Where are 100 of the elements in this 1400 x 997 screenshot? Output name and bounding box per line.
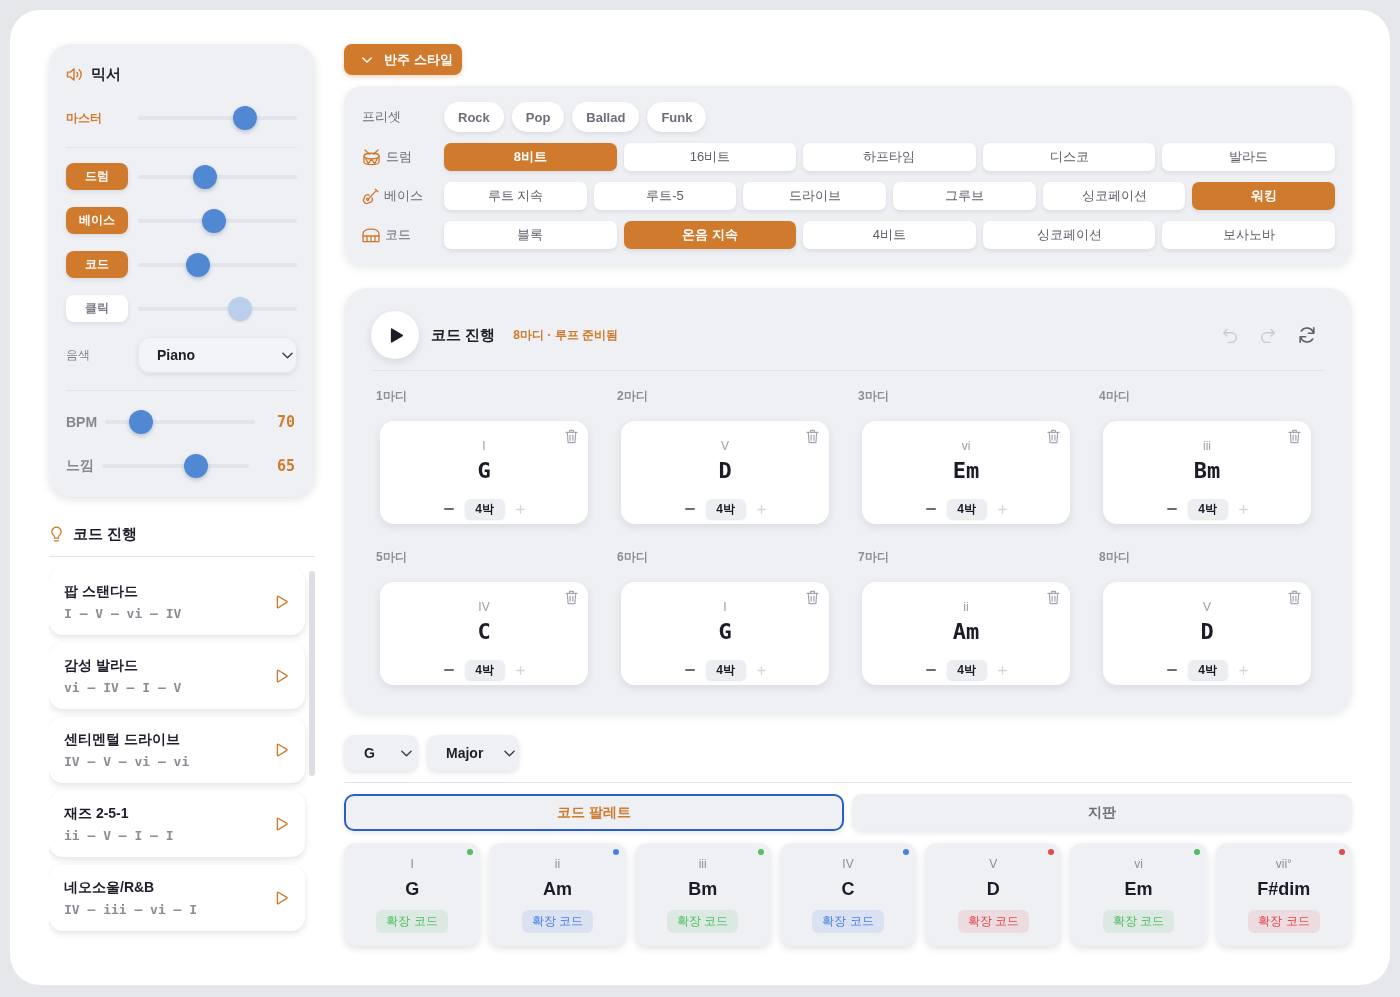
chord-card[interactable]: iii Bm 4박 (1103, 421, 1311, 524)
style-option-button[interactable]: 16비트 (623, 143, 797, 171)
progression-card[interactable]: 네오소울/R&B IV – iii – vi – I (49, 865, 305, 931)
chevron-down-icon (401, 749, 412, 757)
chord-name: G (405, 878, 420, 900)
palette-tab[interactable]: 지판 (852, 794, 1352, 831)
style-option-button[interactable]: 드라이브 (743, 182, 886, 210)
chord-card[interactable]: iii Bm 확장 코드 (634, 843, 771, 946)
speaker-icon (66, 66, 83, 82)
style-option-button[interactable]: 보사노바 (1162, 221, 1335, 249)
chord-card[interactable]: V D 4박 (621, 421, 829, 524)
chord-card[interactable]: I G 4박 (621, 582, 829, 685)
progression-card[interactable]: 재즈 2-5-1 ii – V – I – I (49, 791, 305, 857)
trash-icon[interactable] (565, 590, 578, 605)
chord-card[interactable]: V D 확장 코드 (925, 843, 1062, 946)
chord-card[interactable]: I G 4박 (380, 421, 588, 524)
chord-name: Bm (1193, 458, 1221, 484)
slider-thumb[interactable] (186, 252, 211, 277)
progression-card[interactable]: 감성 발라드 vi – IV – I – V (49, 643, 305, 709)
chord-numeral: I (723, 600, 727, 614)
chord-card[interactable]: vi Em 확장 코드 (1070, 843, 1207, 946)
preset-button[interactable]: Ballad (572, 102, 640, 132)
minus-icon[interactable] (684, 508, 695, 510)
minus-icon[interactable] (684, 669, 695, 671)
minus-icon[interactable] (443, 508, 454, 510)
chord-card[interactable]: vii° F#dim 확장 코드 (1215, 843, 1352, 946)
style-option-button[interactable]: 디스코 (982, 143, 1156, 171)
slider-thumb[interactable] (227, 296, 252, 321)
style-option-button[interactable]: 발라드 (1162, 143, 1335, 171)
chevron-down-icon (504, 749, 515, 757)
bar-label: 3마디 (858, 388, 889, 404)
channel-toggle-button[interactable]: 클릭 (66, 295, 128, 322)
chord-card[interactable]: IV C 4박 (380, 582, 588, 685)
trash-icon[interactable] (1047, 429, 1060, 444)
play-button[interactable] (371, 311, 419, 359)
chord-card[interactable]: ii Am 확장 코드 (489, 843, 626, 946)
preset-button[interactable]: Pop (511, 102, 565, 132)
bpm-label: BPM (66, 414, 98, 430)
beats-value: 4박 (705, 660, 746, 680)
style-option-button[interactable]: 루트 지속 (444, 182, 587, 210)
beats-value: 4박 (946, 660, 987, 680)
chord-numeral: vii° (1275, 857, 1292, 871)
chord-card[interactable]: vi Em 4박 (862, 421, 1070, 524)
preset-button[interactable]: Funk (647, 102, 707, 132)
minus-icon[interactable] (443, 669, 454, 671)
trash-icon[interactable] (565, 429, 578, 444)
chord-card[interactable]: ii Am 4박 (862, 582, 1070, 685)
bar-label: 4마디 (1099, 388, 1130, 404)
play-icon[interactable] (276, 743, 288, 757)
chord-card[interactable]: V D 4박 (1103, 582, 1311, 685)
key-select[interactable]: G (344, 735, 418, 771)
chord-card[interactable]: IV C 확장 코드 (779, 843, 917, 946)
status-text: 8마디 · 루프 준비됨 (513, 326, 618, 344)
progression-card[interactable]: 센티멘털 드라이브 IV – V – vi – vi (49, 717, 305, 783)
slider-thumb[interactable] (202, 208, 227, 233)
style-option-button[interactable]: 블록 (444, 221, 617, 249)
style-option-button[interactable]: 하프타임 (803, 143, 976, 171)
style-option-button[interactable]: 4비트 (803, 221, 976, 249)
scale-select[interactable]: Major (427, 735, 519, 771)
style-option-button[interactable]: 그루브 (893, 182, 1036, 210)
slider-thumb[interactable] (232, 106, 257, 130)
beats-value: 4박 (946, 499, 987, 519)
progression-card[interactable]: 팝 스탠다드 I – V – vi – IV (49, 569, 305, 635)
minus-icon[interactable] (1166, 508, 1177, 510)
play-icon[interactable] (276, 669, 288, 683)
chord-name: F#dim (1257, 878, 1311, 900)
slider-thumb[interactable] (129, 410, 154, 434)
chord-name: C (841, 878, 855, 900)
chord-card[interactable]: I G 확장 코드 (344, 843, 481, 946)
trash-icon[interactable] (806, 590, 819, 605)
piano-icon (362, 227, 380, 243)
trash-icon[interactable] (1047, 590, 1060, 605)
progression-name: 네오소울/R&B (64, 879, 156, 897)
play-icon[interactable] (276, 817, 288, 831)
play-icon[interactable] (276, 595, 288, 609)
trash-icon[interactable] (1288, 590, 1301, 605)
minus-icon[interactable] (1166, 669, 1177, 671)
instrument-select[interactable]: Piano (138, 337, 297, 373)
minus-icon[interactable] (925, 669, 936, 671)
trash-icon[interactable] (806, 429, 819, 444)
guitar-icon (362, 187, 379, 205)
chord-name: G (718, 619, 732, 645)
style-option-button[interactable]: 루트-5 (593, 182, 737, 210)
minus-icon[interactable] (925, 508, 936, 510)
section-title: 코드 진행 (73, 524, 138, 544)
chord-numeral: iii (698, 857, 707, 871)
progression-pattern: vi – IV – I – V (64, 680, 182, 695)
play-icon[interactable] (276, 891, 288, 905)
trash-icon[interactable] (1288, 429, 1301, 444)
scrollbar-thumb[interactable] (309, 571, 315, 776)
style-option-button[interactable]: 싱코페이션 (1042, 182, 1186, 210)
slider-thumb[interactable] (192, 164, 217, 189)
bar-label: 1마디 (376, 388, 407, 404)
refresh-icon[interactable] (1298, 326, 1316, 344)
slider-thumb[interactable] (184, 454, 209, 478)
chord-numeral: V (721, 439, 729, 453)
panel-title: 코드 진행 (431, 325, 496, 345)
preset-button[interactable]: Rock (444, 102, 504, 132)
style-option-button[interactable]: 싱코페이션 (982, 221, 1156, 249)
chord-numeral: V (1203, 600, 1211, 614)
